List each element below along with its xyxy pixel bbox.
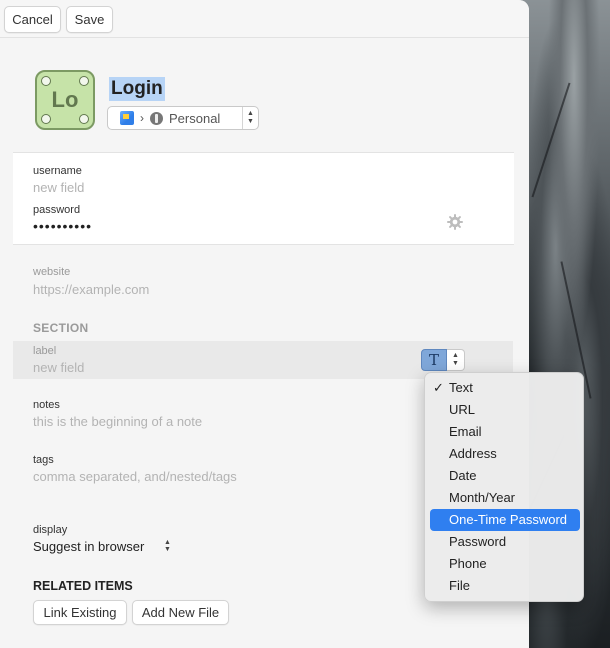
section-heading[interactable]: SECTION [33,321,88,335]
cancel-button[interactable]: Cancel [4,6,61,33]
corner-dot-icon [79,114,89,124]
editor-toolbar: Cancel Save [0,0,529,38]
field-type-menu: ✓ Text URL Email Address Date Month/Year… [424,372,584,602]
menu-item-email[interactable]: Email [430,421,580,443]
menu-item-label: URL [449,402,476,417]
password-field[interactable]: •••••••••• [33,218,92,234]
corner-dot-icon [41,114,51,124]
menu-item-label: Email [449,424,482,439]
save-button[interactable]: Save [66,6,113,33]
field-type-selector[interactable]: T ▲ ▼ [421,349,465,371]
related-items-heading: RELATED ITEMS [33,579,133,593]
menu-item-phone[interactable]: Phone [430,553,580,575]
item-icon[interactable]: Lo [35,70,95,130]
username-field[interactable]: new field [33,180,84,195]
vault-selector[interactable]: › Personal ▲ ▼ [107,106,259,130]
section-field-label[interactable]: label [33,345,56,357]
notes-label: notes [33,399,60,411]
menu-item-label: Phone [449,556,487,571]
up-down-chevron-icon[interactable]: ▲ ▼ [447,349,465,371]
checkmark-icon: ✓ [433,380,444,395]
tags-label: tags [33,454,54,466]
item-icon-text: Lo [51,87,79,112]
menu-item-one-time-password[interactable]: One-Time Password [430,509,580,531]
menu-item-text[interactable]: ✓ Text [430,377,580,399]
username-label: username [33,165,82,177]
menu-item-label: Password [449,534,507,549]
menu-item-label: Address [449,446,497,461]
website-label: website [33,266,71,278]
up-down-chevron-icon: ▲ ▼ [242,107,258,129]
notes-field[interactable]: this is the beginning of a note [33,414,202,429]
display-label: display [33,524,68,536]
menu-item-label: Date [449,468,477,483]
menu-item-label: One-Time Password [449,512,567,527]
menu-item-url[interactable]: URL [430,399,580,421]
menu-item-month-year[interactable]: Month/Year [430,487,580,509]
add-new-file-button[interactable]: Add New File [132,600,229,625]
flag-icon [120,111,134,125]
menu-item-date[interactable]: Date [430,465,580,487]
password-label: password [33,204,81,216]
corner-dot-icon [79,76,89,86]
gear-icon[interactable] [446,213,464,231]
menu-item-label: File [449,578,470,593]
display-select[interactable]: Suggest in browser [33,539,144,554]
menu-item-label: Text [449,380,473,395]
menu-item-address[interactable]: Address [430,443,580,465]
vault-icon [150,111,163,125]
chevron-right-icon: › [140,111,144,125]
corner-dot-icon [41,76,51,86]
up-down-chevron-icon[interactable]: ▲ ▼ [164,539,171,553]
link-existing-button[interactable]: Link Existing [33,600,127,625]
text-type-icon[interactable]: T [421,349,447,371]
item-title-input[interactable]: Login [109,77,165,101]
menu-item-label: Month/Year [449,490,516,505]
menu-item-password[interactable]: Password [430,531,580,553]
tags-field[interactable]: comma separated, and/nested/tags [33,469,237,484]
menu-item-file[interactable]: File [430,575,580,597]
section-field-value[interactable]: new field [33,360,84,375]
website-field[interactable]: https://example.com [33,282,149,297]
vault-name: Personal [169,110,221,126]
